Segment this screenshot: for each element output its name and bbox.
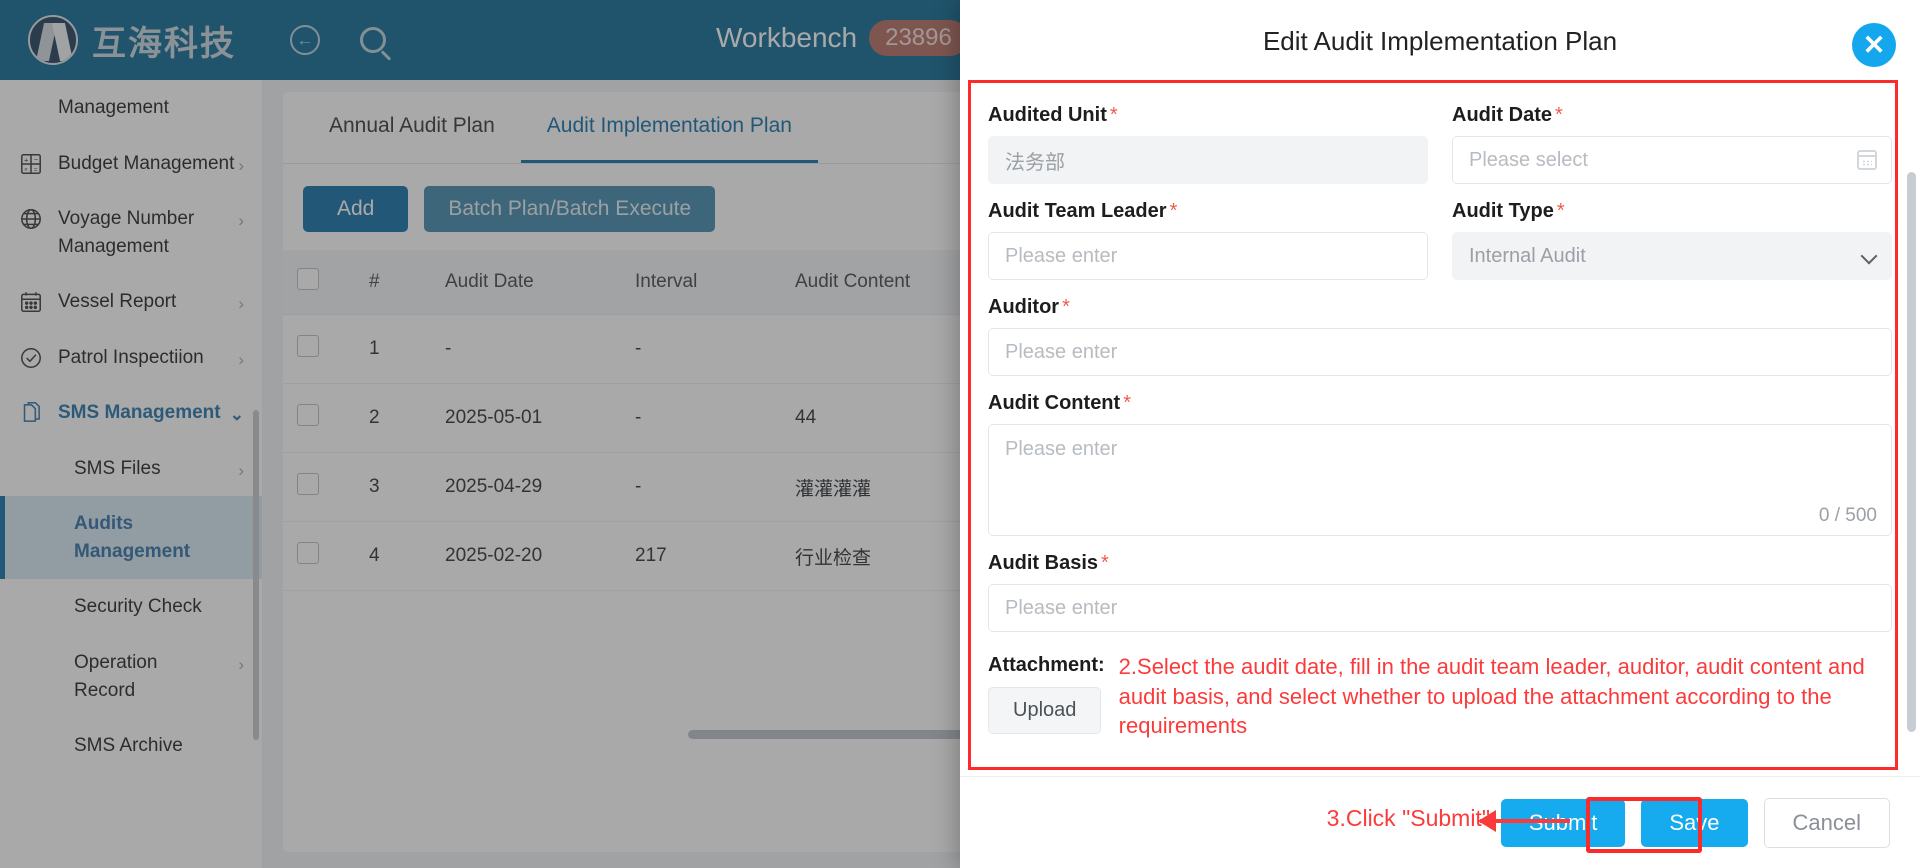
annotation-arrow-icon <box>1478 810 1570 832</box>
annotation-step-2: 2.Select the audit date, fill in the aud… <box>1118 654 1865 739</box>
audit-form: Audited Unit * 法务部 Audit Date * Please sel… <box>988 82 1892 757</box>
upload-button[interactable]: Upload <box>988 687 1102 734</box>
field-auditor: Auditor * Please enter <box>988 296 1892 376</box>
audit-date-placeholder: Please select <box>1469 148 1588 171</box>
audit-content-counter: 0 / 500 <box>1818 505 1877 526</box>
label-text: Audit Basis <box>988 552 1099 574</box>
label-text: Audited Unit <box>988 104 1107 126</box>
label-auditor: Auditor * <box>988 296 1892 319</box>
audit-content-textarea[interactable]: Please enter 0 / 500 <box>988 424 1892 536</box>
label-attachment: Attachment: <box>988 654 1105 676</box>
audited-unit-input: 法务部 <box>988 136 1428 184</box>
audit-type-select[interactable]: Internal Audit <box>1452 232 1892 280</box>
audit-content-placeholder: Please enter <box>1005 438 1118 460</box>
label-audit-basis: Audit Basis * <box>988 552 1892 575</box>
required-marker: * <box>1123 392 1131 414</box>
required-marker: * <box>1109 104 1118 126</box>
attachment-row: Attachment: Upload 2.Select the audit da… <box>988 652 1892 741</box>
dialog-body: Audited Unit * 法务部 Audit Date * Please sel… <box>960 82 1920 776</box>
label-text: Audit Type <box>1452 200 1554 222</box>
field-audited-unit: Audited Unit * 法务部 <box>988 104 1428 184</box>
label-text: Audit Date <box>1452 104 1552 126</box>
cancel-button[interactable]: Cancel <box>1763 797 1890 848</box>
close-icon[interactable]: ✕ <box>1852 23 1896 67</box>
calendar-icon[interactable] <box>1857 150 1877 170</box>
required-marker: * <box>1101 552 1109 574</box>
app-root: 互海科技 ← Workbench 23896 Management + − × … <box>0 0 1920 868</box>
label-audit-content: Audit Content * <box>988 392 1892 415</box>
label-audit-team-leader: Audit Team Leader * <box>988 200 1428 223</box>
required-marker: * <box>1169 200 1178 222</box>
annotation-step-3: 3.Click "Submit" <box>1326 805 1490 831</box>
label-text: Auditor <box>988 296 1060 318</box>
audit-type-value: Internal Audit <box>1469 244 1586 267</box>
audit-team-leader-input[interactable]: Please enter <box>988 232 1428 280</box>
dialog-scrollbar[interactable] <box>1907 172 1916 732</box>
field-audit-team-leader: Audit Team Leader * Please enter <box>988 200 1428 280</box>
save-button[interactable]: Save <box>1641 798 1748 847</box>
field-attachment: Attachment: Upload 2.Select the audit da… <box>988 648 1892 741</box>
required-marker: * <box>1062 296 1070 318</box>
chevron-down-icon[interactable] <box>1860 247 1878 265</box>
required-marker: * <box>1556 200 1565 222</box>
dialog-header: Edit Audit Implementation Plan ✕ <box>960 0 1920 82</box>
dialog-footer: 3.Click "Submit" Submit Save Cancel <box>960 776 1920 868</box>
edit-audit-implementation-plan-dialog: Edit Audit Implementation Plan ✕ Audited… <box>960 0 1920 868</box>
field-audit-content: Audit Content * Please enter 0 / 500 <box>988 392 1892 536</box>
audit-date-input[interactable]: Please select <box>1452 136 1892 184</box>
field-audit-type: Audit Type * Internal Audit <box>1452 200 1892 280</box>
attachment-block: Attachment: Upload <box>988 652 1105 734</box>
label-audit-type: Audit Type * <box>1452 200 1892 223</box>
audit-basis-input[interactable]: Please enter <box>988 584 1892 632</box>
label-text: Audit Content <box>988 392 1121 414</box>
auditor-input[interactable]: Please enter <box>988 328 1892 376</box>
field-audit-basis: Audit Basis * Please enter <box>988 552 1892 632</box>
field-audit-date: Audit Date * Please select <box>1452 104 1892 184</box>
label-text: Audit Team Leader <box>988 200 1167 222</box>
dialog-title: Edit Audit Implementation Plan <box>1262 25 1618 56</box>
required-marker: * <box>1555 104 1563 126</box>
label-audit-date: Audit Date * <box>1452 104 1892 127</box>
label-audited-unit: Audited Unit * <box>988 104 1428 127</box>
